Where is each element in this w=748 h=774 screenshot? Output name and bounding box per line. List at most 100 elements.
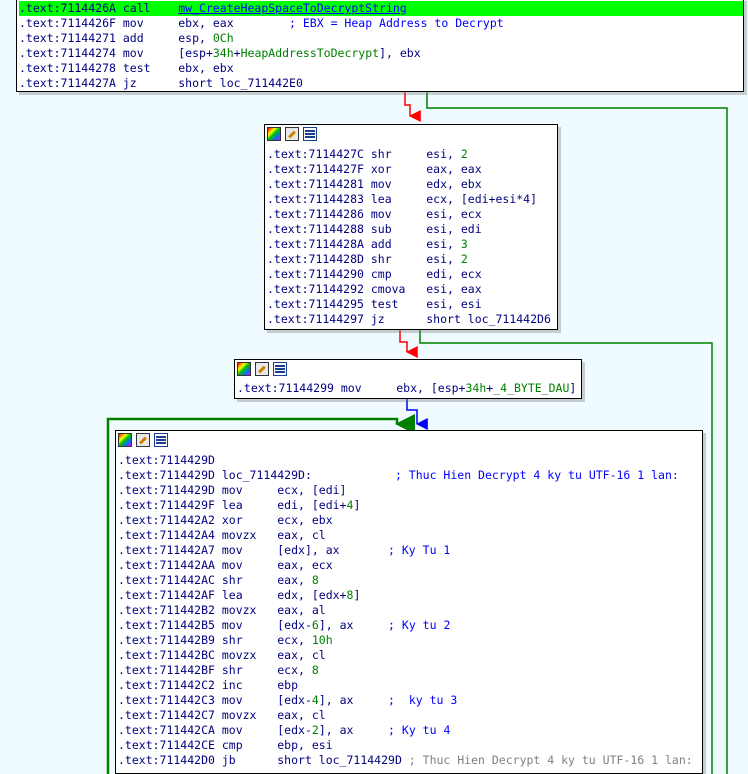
code-line[interactable]: .text:711442AA mov eax, ecx xyxy=(118,558,702,573)
code-block-2[interactable]: .text:7114427C shr esi, 2 .text:7114427F … xyxy=(264,124,558,330)
line-operand: ecx, [edi] xyxy=(277,483,347,497)
line-address: .text:711442CA xyxy=(118,723,215,737)
line-mnemonic: mov xyxy=(115,16,179,30)
graph-colors-icon[interactable] xyxy=(237,362,251,376)
code-line[interactable]: .text:71144278 test ebx, ebx xyxy=(19,61,743,76)
line-operand: ; Ky tu 4 xyxy=(353,723,451,737)
graph-colors-icon[interactable] xyxy=(118,433,132,447)
block-3-toolbar xyxy=(235,360,581,378)
line-address: .text:71144274 xyxy=(19,46,116,60)
line-operand: eax, cl xyxy=(277,528,326,542)
line-operand: 3 xyxy=(460,237,468,251)
line-address: .text:71144295 xyxy=(267,297,364,311)
edit-node-icon[interactable] xyxy=(136,433,150,447)
code-line[interactable]: .text:7114426F mov ebx, eax ; EBX = Heap… xyxy=(19,16,743,31)
line-operand: 6 xyxy=(311,618,319,632)
code-line[interactable]: .text:71144281 mov edx, ebx xyxy=(267,177,557,192)
code-line[interactable]: .text:7114427F xor eax, eax xyxy=(267,162,557,177)
code-line[interactable]: .text:711442AF lea edx, [edx+8] xyxy=(118,588,702,603)
code-line[interactable]: .text:711442D0 jb short loc_7114429D ; T… xyxy=(118,753,702,768)
line-mnemonic: mov xyxy=(363,207,427,221)
code-line[interactable]: .text:7114429F lea edi, [edi+4] xyxy=(118,498,702,513)
line-mnemonic: inc xyxy=(214,678,278,692)
line-address: .text:71144278 xyxy=(19,61,116,75)
line-mnemonic: test xyxy=(363,297,427,311)
code-line[interactable]: .text:711442A7 mov [edx], ax ; Ky Tu 1 xyxy=(118,543,702,558)
line-address: .text:71144290 xyxy=(267,267,364,281)
line-operand: 0Ch xyxy=(212,31,234,45)
code-line[interactable]: .text:711442B5 mov [edx-6], ax ; Ky tu 2 xyxy=(118,618,702,633)
line-operand: eax, al xyxy=(277,603,326,617)
line-operand: ecx, xyxy=(277,663,312,677)
code-line[interactable]: .text:71144295 test esi, esi xyxy=(267,297,557,312)
code-line[interactable]: .text:71144299 mov ebx, [esp+34h+_4_BYTE… xyxy=(237,381,581,396)
line-operand: ; Thuc Hien Decrypt 4 ky tu UTF-16 1 lan… xyxy=(311,468,679,482)
code-line[interactable]: .text:711442A4 movzx eax, cl xyxy=(118,528,702,543)
graph-colors-icon[interactable] xyxy=(267,127,281,141)
code-line[interactable]: .text:7114428A add esi, 3 xyxy=(267,237,557,252)
list-view-icon[interactable] xyxy=(273,362,287,376)
edit-node-icon[interactable] xyxy=(285,127,299,141)
block-1-code: .text:7114426A call mw_CreateHeapSpaceTo… xyxy=(17,0,743,91)
code-line[interactable]: .text:711442C7 movzx eax, cl xyxy=(118,708,702,723)
code-line[interactable]: .text:71144286 mov esi, ecx xyxy=(267,207,557,222)
line-mnemonic: mov xyxy=(115,46,179,60)
line-operand: ; ky tu 3 xyxy=(353,693,458,707)
line-operand: esi, ecx xyxy=(426,207,482,221)
line-mnemonic: shr xyxy=(214,573,278,587)
line-operand: mw_CreateHeapSpaceToDecryptString xyxy=(178,1,407,15)
edge-false-1 xyxy=(404,92,421,122)
code-line[interactable]: .text:711442C3 mov [edx-4], ax ; ky tu 3 xyxy=(118,693,702,708)
code-line[interactable]: .text:711442B9 shr ecx, 10h xyxy=(118,633,702,648)
line-operand: 2 xyxy=(311,723,319,737)
code-block-1[interactable]: .text:7114426A call mw_CreateHeapSpaceTo… xyxy=(16,0,744,92)
line-mnemonic: shr xyxy=(363,147,427,161)
code-line[interactable]: .text:711442AC shr eax, 8 xyxy=(118,573,702,588)
code-line[interactable]: .text:71144297 jz short loc_711442D6 xyxy=(267,312,557,327)
code-line[interactable]: .text:7114429D xyxy=(118,453,702,468)
line-operand: ebp, esi xyxy=(277,738,333,752)
code-line[interactable]: .text:711442A2 xor ecx, ebx xyxy=(118,513,702,528)
line-operand: edi, ecx xyxy=(426,267,482,281)
list-view-icon[interactable] xyxy=(154,433,168,447)
code-line[interactable]: .text:711442BF shr ecx, 8 xyxy=(118,663,702,678)
code-line[interactable]: .text:7114427C shr esi, 2 xyxy=(267,147,557,162)
code-line[interactable]: .text:71144271 add esp, 0Ch xyxy=(19,31,743,46)
line-address: .text:71144292 xyxy=(267,282,364,296)
code-block-3[interactable]: .text:71144299 mov ebx, [esp+34h+_4_BYTE… xyxy=(234,359,582,399)
line-mnemonic: loc_7114429D: xyxy=(214,468,312,482)
code-line[interactable]: .text:71144288 sub esi, edi xyxy=(267,222,557,237)
code-line[interactable]: .text:7114426A call mw_CreateHeapSpaceTo… xyxy=(19,1,743,16)
code-line[interactable]: .text:711442B2 movzx eax, al xyxy=(118,603,702,618)
line-operand: eax, eax xyxy=(426,162,482,176)
code-line[interactable]: .text:71144283 lea ecx, [edi+esi*4] xyxy=(267,192,557,207)
line-mnemonic: call xyxy=(115,1,179,15)
code-line[interactable]: .text:71144292 cmova esi, eax xyxy=(267,282,557,297)
line-operand: 2 xyxy=(460,147,468,161)
code-block-4[interactable]: .text:7114429D .text:7114429D loc_7114429… xyxy=(115,430,703,774)
code-line[interactable]: .text:71144290 cmp edi, ecx xyxy=(267,267,557,282)
code-line[interactable]: .text:7114429D loc_7114429D: ; Thuc Hien… xyxy=(118,468,702,483)
line-mnemonic: jz xyxy=(115,76,179,90)
code-line[interactable]: .text:71144274 mov [esp+34h+HeapAddressT… xyxy=(19,46,743,61)
line-operand: 10h xyxy=(311,633,333,647)
code-line[interactable]: .text:7114429D mov ecx, [edi] xyxy=(118,483,702,498)
code-line[interactable]: .text:711442CA mov [edx-2], ax ; Ky tu 4 xyxy=(118,723,702,738)
code-line[interactable]: .text:711442C2 inc ebp xyxy=(118,678,702,693)
edge-uncond xyxy=(406,398,428,430)
list-view-icon[interactable] xyxy=(303,127,317,141)
line-operand: short loc_711442E0 xyxy=(178,76,303,90)
line-operand: ; Ky Tu 1 xyxy=(339,543,451,557)
code-line[interactable]: .text:7114427A jz short loc_711442E0 xyxy=(19,76,743,91)
code-line[interactable]: .text:711442BC movzx eax, cl xyxy=(118,648,702,663)
line-operand: esi, esi xyxy=(426,297,482,311)
code-line[interactable]: .text:711442CE cmp ebp, esi xyxy=(118,738,702,753)
line-address: .text:71144299 xyxy=(237,381,334,395)
line-mnemonic: jb xyxy=(214,753,278,767)
line-operand: [edx- xyxy=(277,618,312,632)
edit-node-icon[interactable] xyxy=(255,362,269,376)
line-operand: [edx- xyxy=(277,723,312,737)
code-line[interactable]: .text:7114428D shr esi, 2 xyxy=(267,252,557,267)
line-operand: ; EBX = Heap Address to Decrypt xyxy=(233,16,504,30)
line-address: .text:7114427F xyxy=(267,162,364,176)
